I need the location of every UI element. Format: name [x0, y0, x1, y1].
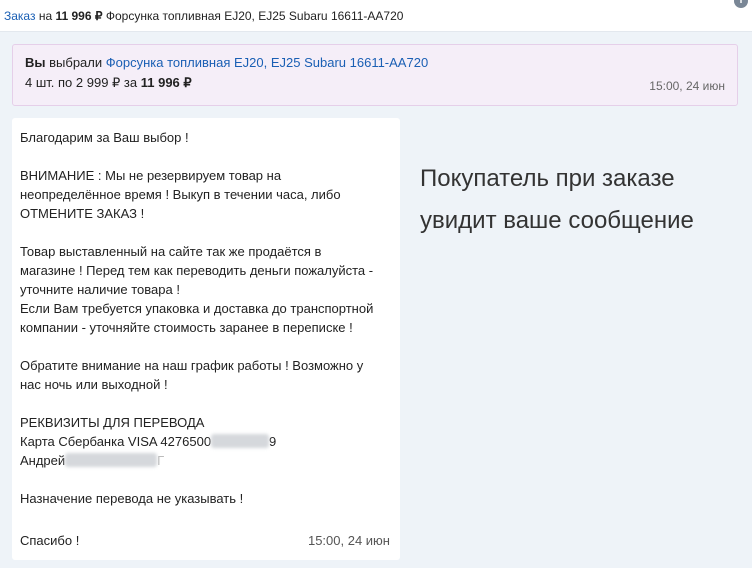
order-total: 11 996 ₽	[140, 75, 192, 90]
order-timestamp: 15:00, 24 июн	[649, 79, 725, 93]
name-prefix: Андрей	[20, 453, 66, 468]
card-number-suffix: 9	[269, 434, 277, 449]
message-requisites: РЕКВИЗИТЫ ДЛЯ ПЕРЕВОДА Карта Сбербанка V…	[20, 413, 390, 470]
order-you-label: Вы	[25, 55, 46, 70]
redacted-card-digits	[211, 434, 270, 448]
order-product-link[interactable]: Форсунка топливная EJ20, EJ25 Subaru 166…	[106, 55, 428, 70]
message-schedule: Обратите внимание на наш график работы !…	[20, 358, 364, 392]
message-warning: ВНИМАНИЕ : Мы не резервируем товар на не…	[20, 168, 341, 221]
preview-caption-line1: Покупатель при заказе	[420, 165, 675, 192]
message-availability: Товар выставленный на сайте так же прода…	[20, 244, 374, 335]
card-number-prefix: Карта Сбербанка VISA 4276500	[20, 434, 212, 449]
requisites-title: РЕКВИЗИТЫ ДЛЯ ПЕРЕВОДА	[20, 415, 205, 430]
seller-message-card: Благодарим за Ваш выбор ! ВНИМАНИЕ : Мы …	[12, 118, 400, 560]
order-topbar: Заказ на 11 996 ₽ Форсунка топливная EJ2…	[0, 0, 752, 32]
order-chose-label: выбрали	[49, 55, 103, 70]
topbar-product: Форсунка топливная EJ20, EJ25 Subaru 166…	[105, 9, 404, 23]
topbar-amount: 11 996 ₽	[55, 9, 103, 23]
topbar-on-text: на	[38, 9, 53, 23]
preview-caption-line2: увидит ваше сообщение	[420, 207, 694, 234]
order-line-qty: 4 шт. по 2 999 ₽ за 11 996 ₽	[25, 74, 725, 92]
message-thanks: Спасибо !	[20, 533, 80, 548]
message-purpose-note: Назначение перевода не указывать !	[20, 491, 244, 506]
order-link[interactable]: Заказ	[4, 9, 35, 23]
order-summary-card: Вы выбрали Форсунка топливная EJ20, EJ25…	[12, 44, 738, 106]
message-timestamp: 15:00, 24 июн	[307, 533, 390, 548]
info-icon[interactable]: i	[734, 0, 748, 8]
name-suffix: Г	[157, 453, 165, 468]
order-line-product: Вы выбрали Форсунка топливная EJ20, EJ25…	[25, 54, 725, 72]
preview-caption: Покупатель при заказе увидит ваше сообще…	[420, 158, 740, 242]
message-greeting: Благодарим за Ваш выбор !	[20, 130, 189, 145]
redacted-name	[65, 453, 158, 467]
order-qty-text: 4 шт. по 2 999 ₽ за	[25, 75, 138, 90]
